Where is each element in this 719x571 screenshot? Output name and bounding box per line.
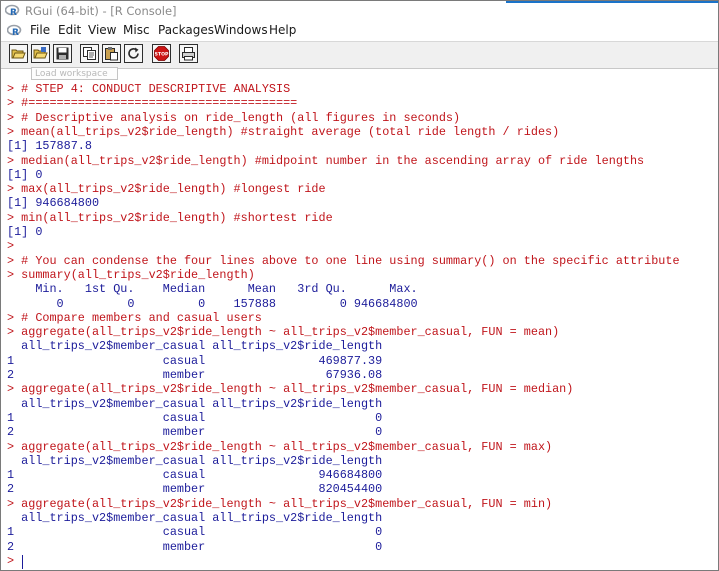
- toolbar: STOP: [1, 41, 718, 69]
- menu-help[interactable]: Help: [269, 23, 296, 37]
- console-output-line: all_trips_v2$member_casual all_trips_v2$…: [7, 453, 383, 468]
- console-output-line: 2 member 67936.08: [7, 368, 383, 382]
- menu-misc[interactable]: Misc: [123, 23, 150, 37]
- console-output-line: [1] 0: [7, 167, 43, 182]
- title-accent-bar: [506, 1, 718, 3]
- console-output-line: all_trips_v2$member_casual all_trips_v2$…: [7, 339, 383, 354]
- print-icon: [182, 47, 195, 61]
- svg-text:R: R: [12, 28, 19, 37]
- menu-file[interactable]: File: [30, 23, 50, 37]
- console-input-line: > median(all_trips_v2$ride_length) #midp…: [7, 153, 645, 168]
- title-bar[interactable]: R RGui (64-bit) - [R Console]: [1, 1, 718, 21]
- console-output-line: 1 casual 0: [7, 525, 383, 540]
- menu-windows[interactable]: Windows: [214, 23, 268, 37]
- console-input-line: > # STEP 4: CONDUCT DESCRIPTIVE ANALYSIS: [7, 82, 291, 96]
- open-script-icon: [11, 49, 26, 59]
- console-output-line: 0 0 0 157888 0 946684800: [7, 296, 418, 311]
- menu-view[interactable]: View: [88, 23, 116, 37]
- console-output-line: 2 member 820454400: [7, 482, 383, 497]
- copy-icon: [83, 47, 96, 60]
- console-input-line: > summary(all_trips_v2$ride_length): [7, 267, 255, 282]
- console-input-line: > aggregate(all_trips_v2$ride_length ~ a…: [7, 439, 553, 454]
- console-output-line: [1] 0: [7, 225, 43, 239]
- console-output-line: 1 casual 946684800: [7, 468, 383, 483]
- console-output-line: 1 casual 469877.39: [7, 353, 383, 368]
- r-console-window: R RGui (64-bit) - [R Console] R File Edi…: [0, 0, 719, 571]
- r-logo-icon: R: [5, 4, 20, 17]
- menu-bar: R File Edit View Misc Packages Windows H…: [1, 21, 718, 40]
- console-input-line: > aggregate(all_trips_v2$ride_length ~ a…: [7, 382, 574, 397]
- toolbar-tooltip: Load workspace: [31, 67, 118, 80]
- console-output-line: all_trips_v2$member_casual all_trips_v2$…: [7, 396, 383, 411]
- console-input-line: > #=====================================…: [7, 96, 298, 111]
- console-input-line: > mean(all_trips_v2$ride_length) #straig…: [7, 124, 560, 139]
- stop-icon: STOP: [154, 46, 169, 61]
- console-input-line: > aggregate(all_trips_v2$ride_length ~ a…: [7, 496, 553, 511]
- menu-edit[interactable]: Edit: [58, 23, 81, 37]
- print-button[interactable]: [179, 44, 198, 63]
- console-input-line: > # Compare members and casual users: [7, 310, 262, 325]
- console-output[interactable]: > # STEP 4: CONDUCT DESCRIPTIVE ANALYSIS…: [1, 81, 718, 570]
- copy-paste-button[interactable]: [124, 44, 143, 63]
- open-script-button[interactable]: [9, 44, 28, 63]
- console-input-line: > # Descriptive analysis on ride_length …: [7, 110, 461, 125]
- console-output-line: Min. 1st Qu. Median Mean 3rd Qu. Max.: [7, 282, 418, 297]
- paste-button[interactable]: [102, 44, 121, 63]
- save-workspace-button[interactable]: [53, 44, 72, 63]
- console-input-line: > # You can condense the four lines abov…: [7, 253, 680, 268]
- save-workspace-icon: [56, 47, 69, 60]
- console-input-line: >: [7, 239, 15, 254]
- console-output-line: all_trips_v2$member_casual all_trips_v2$…: [7, 511, 383, 525]
- stop-label: STOP: [155, 52, 169, 58]
- r-logo-icon[interactable]: R: [7, 24, 22, 37]
- load-workspace-icon: [33, 47, 48, 59]
- copy-paste-icon: [128, 47, 139, 59]
- console-output-line: 1 casual 0: [7, 410, 383, 425]
- window-title: RGui (64-bit) - [R Console]: [25, 4, 177, 18]
- console-input-line: > max(all_trips_v2$ride_length) #longest…: [7, 182, 326, 197]
- paste-icon: [105, 47, 118, 61]
- console-output-line: 2 member 0: [7, 425, 383, 440]
- console-input-line: >: [7, 553, 15, 568]
- console-output-line: [1] 946684800: [7, 196, 100, 211]
- console-output-line: 2 member 0: [7, 539, 383, 554]
- menu-packages[interactable]: Packages: [158, 23, 214, 37]
- console-input-line: > aggregate(all_trips_v2$ride_length ~ a…: [7, 325, 560, 340]
- text-cursor: [22, 554, 23, 569]
- svg-text:R: R: [10, 8, 17, 17]
- console-output-line: [1] 157887.8: [7, 139, 92, 154]
- stop-button[interactable]: STOP: [152, 44, 171, 63]
- console-input-line: > min(all_trips_v2$ride_length) #shortes…: [7, 210, 333, 225]
- copy-button[interactable]: [80, 44, 99, 63]
- load-workspace-button[interactable]: [31, 44, 50, 63]
